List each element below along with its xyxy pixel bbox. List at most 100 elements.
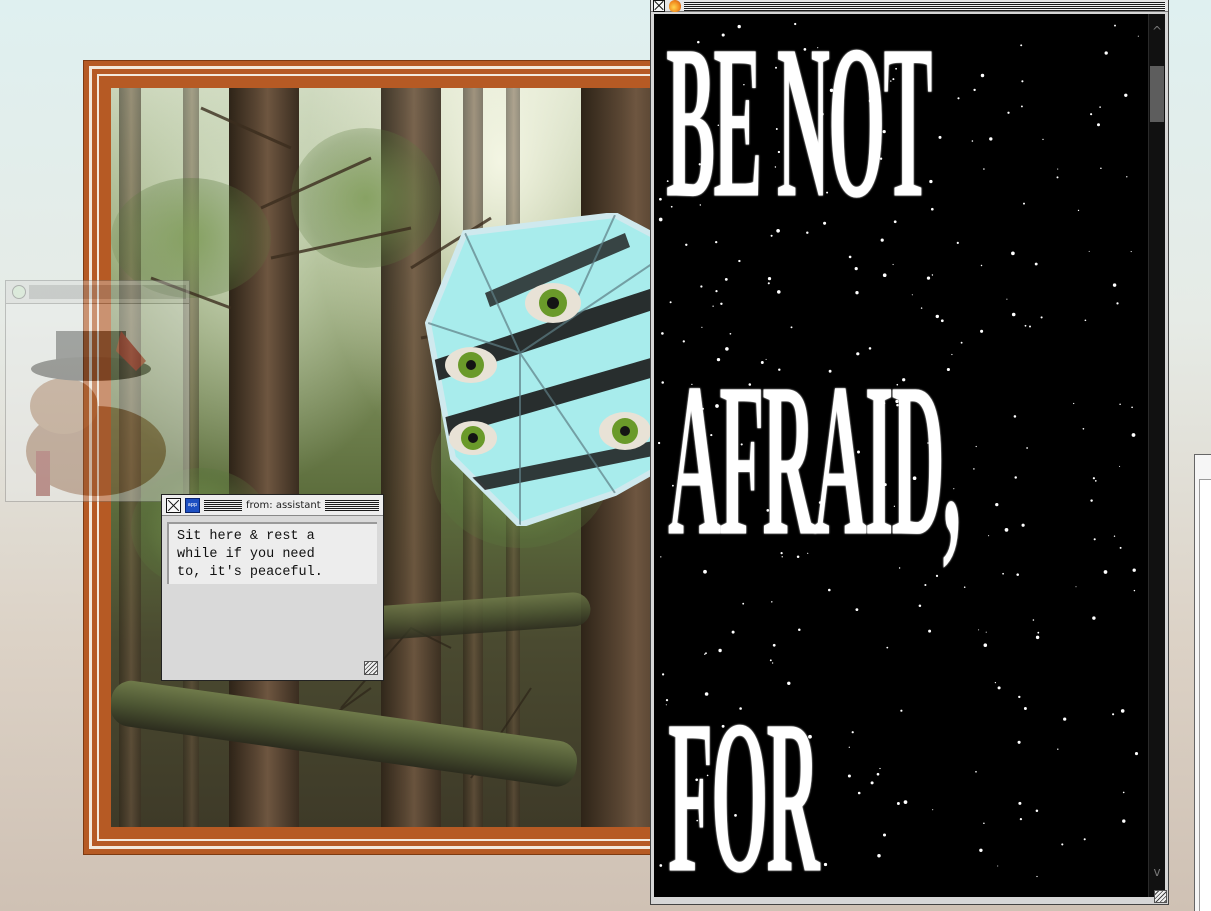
- star: [848, 255, 852, 259]
- ghost-title-bar[interactable]: [6, 281, 189, 304]
- app-icon: app: [185, 497, 200, 513]
- star: [1093, 538, 1096, 541]
- star: [1034, 262, 1038, 266]
- star: [1113, 535, 1116, 537]
- scroll-up-icon[interactable]: ^: [1149, 20, 1165, 42]
- star: [1004, 528, 1009, 532]
- star: [767, 276, 772, 281]
- star: [823, 862, 828, 867]
- star: [931, 274, 934, 276]
- eye-icon: [599, 412, 651, 450]
- star: [892, 263, 894, 266]
- star: [661, 381, 664, 384]
- star: [975, 770, 977, 773]
- star: [930, 207, 934, 211]
- message-line: while if you need: [177, 547, 315, 562]
- star: [877, 853, 881, 858]
- star: [1011, 312, 1016, 317]
- message-text-area: Sit here & rest a while if you need to, …: [167, 522, 377, 584]
- star: [973, 468, 975, 470]
- star: [997, 686, 1001, 690]
- star: [718, 648, 722, 653]
- star: [1035, 809, 1039, 812]
- poster-title-bar[interactable]: [651, 0, 1168, 12]
- star: [975, 445, 977, 448]
- star: [1082, 427, 1085, 430]
- star: [660, 556, 662, 558]
- offscreen-window[interactable]: [1194, 454, 1211, 911]
- star: [1090, 113, 1093, 116]
- star: [1036, 875, 1038, 878]
- star: [1037, 631, 1040, 634]
- scroll-down-icon[interactable]: v: [1149, 861, 1165, 883]
- title-stripes: [324, 499, 379, 511]
- star: [1057, 168, 1059, 170]
- faded-image-window[interactable]: [5, 280, 190, 502]
- star: [983, 168, 985, 170]
- star: [896, 802, 900, 805]
- eye-icon: [525, 283, 581, 323]
- close-icon[interactable]: [653, 0, 665, 12]
- star: [1133, 589, 1136, 592]
- from-label: from: assistant: [246, 499, 321, 511]
- star: [1132, 568, 1136, 572]
- star: [1104, 51, 1108, 55]
- star: [1018, 801, 1022, 805]
- star: [851, 731, 854, 734]
- star: [1029, 325, 1031, 328]
- star: [772, 643, 776, 647]
- star: [1020, 105, 1023, 108]
- star: [1016, 573, 1019, 576]
- star: [1020, 44, 1023, 47]
- star: [1007, 111, 1010, 114]
- message-title-bar[interactable]: app from: assistant: [162, 495, 383, 516]
- scroll-thumb[interactable]: [1150, 66, 1164, 122]
- star: [724, 278, 728, 281]
- resize-grip-icon[interactable]: [364, 661, 378, 675]
- star: [963, 586, 966, 588]
- star: [1092, 477, 1095, 480]
- poster-canvas: BE NOT AFRAID, FOR: [654, 14, 1149, 897]
- star: [973, 88, 976, 92]
- star: [777, 290, 781, 294]
- star: [1122, 791, 1125, 794]
- star: [870, 781, 874, 785]
- star: [886, 646, 889, 649]
- resize-grip-icon[interactable]: [1154, 890, 1167, 903]
- star: [1094, 480, 1097, 482]
- star: [882, 833, 887, 837]
- star: [705, 652, 707, 655]
- star: [1017, 740, 1021, 744]
- star: [659, 864, 663, 867]
- close-icon[interactable]: [166, 497, 181, 513]
- star: [742, 602, 745, 605]
- window-icon: [12, 285, 26, 299]
- star: [935, 314, 940, 319]
- star: [988, 535, 990, 537]
- star: [1032, 619, 1035, 621]
- star: [938, 135, 942, 139]
- star: [657, 441, 661, 445]
- star: [701, 326, 703, 328]
- star: [978, 629, 980, 631]
- star: [1019, 817, 1023, 821]
- star: [1134, 752, 1139, 756]
- star: [900, 709, 903, 712]
- star: [769, 659, 772, 662]
- star: [771, 662, 774, 664]
- star: [771, 601, 773, 603]
- vertical-scrollbar[interactable]: ^ v: [1148, 14, 1165, 897]
- star: [911, 294, 913, 296]
- star: [957, 97, 960, 100]
- star: [1026, 447, 1028, 449]
- star: [980, 264, 983, 267]
- star: [1092, 616, 1096, 620]
- title-stripes: [29, 285, 186, 299]
- message-line: Sit here & rest a: [177, 529, 315, 544]
- eye-crystal-illustration: [425, 213, 668, 526]
- message-window[interactable]: app from: assistant Sit here & rest a wh…: [161, 494, 384, 681]
- star: [1090, 499, 1093, 502]
- star: [932, 809, 934, 811]
- star: [1122, 819, 1126, 823]
- poster-window[interactable]: BE NOT AFRAID, FOR ^ v: [650, 0, 1169, 905]
